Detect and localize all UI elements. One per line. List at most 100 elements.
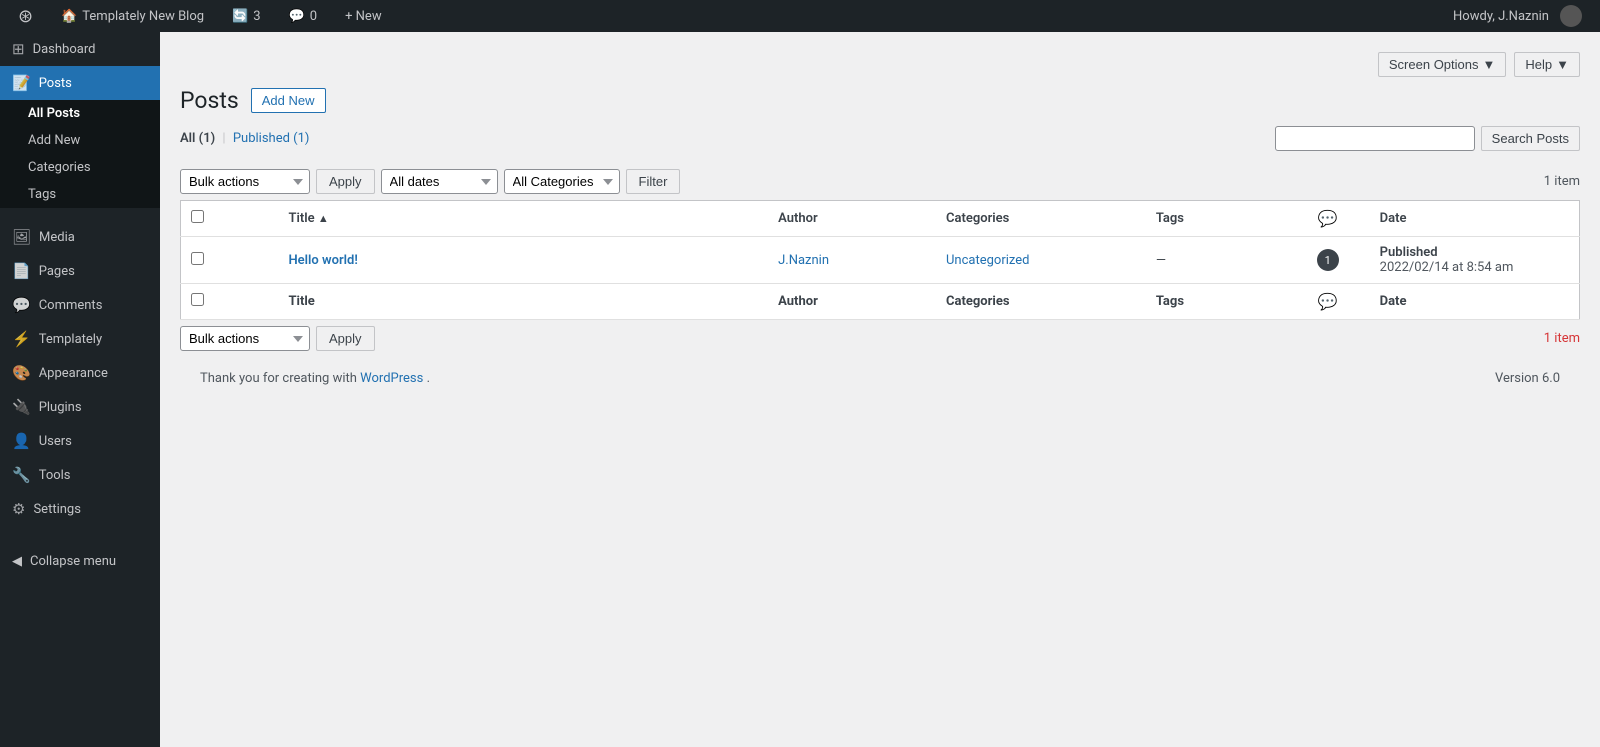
sidebar-item-pages[interactable]: 📄 Pages <box>0 254 160 288</box>
sidebar-item-add-new[interactable]: Add New <box>0 127 160 154</box>
title-header[interactable]: Title ▲ <box>278 201 768 237</box>
sidebar-item-media[interactable]: 🖼 Media <box>0 220 160 254</box>
users-icon: 👤 <box>12 432 31 450</box>
filter-published-tab[interactable]: Published (1) <box>233 131 310 146</box>
post-title-link[interactable]: Hello world! <box>288 253 357 268</box>
comment-bubble-icon: 💬 <box>1318 209 1338 228</box>
bottom-bulk-actions-select[interactable]: Bulk actions Edit Move to Trash <box>180 326 310 351</box>
author-footer: Author <box>768 284 936 320</box>
title-sort-icon: ▲ <box>318 212 329 225</box>
settings-icon: ⚙ <box>12 500 25 518</box>
comments-icon: 💬 <box>289 9 305 24</box>
top-apply-button[interactable]: Apply <box>316 169 375 194</box>
post-title-cell: Hello world! <box>278 237 768 284</box>
post-date-cell: Published 2022/02/14 at 8:54 am <box>1370 237 1580 284</box>
home-icon: 🏠 <box>61 9 77 24</box>
bottom-table-controls: Bulk actions Edit Move to Trash Apply 1 … <box>180 326 1580 351</box>
select-all-footer-checkbox[interactable] <box>191 293 204 306</box>
comment-bubble-footer-icon: 💬 <box>1318 292 1338 311</box>
sidebar-item-tags[interactable]: Tags <box>0 181 160 208</box>
select-all-checkbox[interactable] <box>191 210 204 223</box>
posts-icon: 📝 <box>12 74 31 92</box>
bottom-items-count: 1 item <box>1544 331 1580 346</box>
top-bar: Screen Options ▼ Help ▼ <box>180 52 1580 77</box>
wordpress-link[interactable]: WordPress <box>360 371 426 386</box>
bottom-apply-button[interactable]: Apply <box>316 326 375 351</box>
top-table-controls: Bulk actions Edit Move to Trash Apply Al… <box>180 169 1580 194</box>
all-categories-select[interactable]: All Categories Uncategorized <box>504 169 620 194</box>
sidebar-item-settings[interactable]: ⚙ Settings <box>0 492 160 526</box>
post-author-cell: J.Naznin <box>768 237 936 284</box>
post-category-link[interactable]: Uncategorized <box>946 253 1029 268</box>
filter-all-tab[interactable]: All (1) <box>180 131 218 146</box>
post-comments-cell: 1 <box>1286 237 1370 284</box>
add-new-button[interactable]: Add New <box>251 88 326 113</box>
sidebar-item-posts[interactable]: 📝 Posts <box>0 66 160 100</box>
post-tags-value: — <box>1156 253 1166 268</box>
templately-icon: ⚡ <box>12 330 31 348</box>
pages-icon: 📄 <box>12 262 31 280</box>
post-categories-cell: Uncategorized <box>936 237 1146 284</box>
post-date-value: 2022/02/14 at 8:54 am <box>1380 260 1514 275</box>
sidebar-item-all-posts[interactable]: All Posts <box>0 100 160 127</box>
tags-header: Tags <box>1146 201 1286 237</box>
search-input[interactable] <box>1275 126 1475 151</box>
search-posts-button[interactable]: Search Posts <box>1481 126 1580 151</box>
sidebar-item-plugins[interactable]: 🔌 Plugins <box>0 390 160 424</box>
row-checkbox[interactable] <box>191 252 204 265</box>
help-button[interactable]: Help ▼ <box>1514 52 1580 77</box>
date-footer: Date <box>1370 284 1580 320</box>
comments-nav-icon: 💬 <box>12 296 31 314</box>
page-title: Posts <box>180 87 239 114</box>
adminbar-wp-logo[interactable]: ⊛ <box>10 0 41 32</box>
post-tags-cell: — <box>1146 237 1286 284</box>
sidebar-item-tools[interactable]: 🔧 Tools <box>0 458 160 492</box>
sidebar-item-comments[interactable]: 💬 Comments <box>0 288 160 322</box>
search-row: Search Posts <box>1275 126 1580 151</box>
sidebar-item-dashboard[interactable]: ⊞ Dashboard <box>0 32 160 66</box>
adminbar-howdy[interactable]: Howdy, J.Naznin <box>1445 0 1590 32</box>
adminbar-comments[interactable]: 💬 0 <box>281 0 326 32</box>
comment-count-badge[interactable]: 1 <box>1317 249 1339 271</box>
page-title-row: Posts Add New <box>180 87 1580 114</box>
title-footer: Title <box>278 284 768 320</box>
screen-options-button[interactable]: Screen Options ▼ <box>1378 52 1506 77</box>
footer-version: Version 6.0 <box>1495 371 1560 386</box>
sidebar-item-users[interactable]: 👤 Users <box>0 424 160 458</box>
top-bulk-actions-select[interactable]: Bulk actions Edit Move to Trash <box>180 169 310 194</box>
select-all-header <box>181 201 279 237</box>
screen-options-chevron-icon: ▼ <box>1483 57 1496 72</box>
sidebar: ⊞ Dashboard 📝 Posts All Posts Add New Ca… <box>0 32 160 747</box>
wp-logo-icon: ⊛ <box>18 6 33 27</box>
author-header: Author <box>768 201 936 237</box>
sidebar-item-appearance[interactable]: 🎨 Appearance <box>0 356 160 390</box>
table-footer-row: Title Author Categories Tags 💬 <box>181 284 1580 320</box>
sidebar-posts-submenu: All Posts Add New Categories Tags <box>0 100 160 208</box>
select-all-footer <box>181 284 279 320</box>
top-items-count: 1 item <box>1544 174 1580 189</box>
adminbar-site-name[interactable]: 🏠 Templately New Blog <box>53 0 212 32</box>
filter-tabs: All (1) | Published (1) <box>180 131 309 146</box>
categories-header: Categories <box>936 201 1146 237</box>
categories-footer: Categories <box>936 284 1146 320</box>
posts-table: Title ▲ Author Categories Tags 💬 <box>180 200 1580 320</box>
tools-icon: 🔧 <box>12 466 31 484</box>
table-header-row: Title ▲ Author Categories Tags 💬 <box>181 201 1580 237</box>
updates-icon: 🔄 <box>232 9 248 24</box>
sidebar-item-categories[interactable]: Categories <box>0 154 160 181</box>
dashboard-icon: ⊞ <box>12 40 25 58</box>
collapse-menu-button[interactable]: ◀ Collapse menu <box>0 546 160 577</box>
all-dates-select[interactable]: All dates February 2022 <box>381 169 498 194</box>
post-author-link[interactable]: J.Naznin <box>778 253 829 268</box>
sidebar-item-templately[interactable]: ⚡ Templately <box>0 322 160 356</box>
help-chevron-icon: ▼ <box>1556 57 1569 72</box>
adminbar-new[interactable]: + New <box>337 0 390 32</box>
admin-bar: ⊛ 🏠 Templately New Blog 🔄 3 💬 0 + New Ho… <box>0 0 1600 32</box>
comments-footer: 💬 <box>1286 284 1370 320</box>
avatar <box>1560 5 1582 27</box>
post-date-status: Published <box>1380 245 1438 260</box>
filter-button[interactable]: Filter <box>626 169 681 194</box>
adminbar-updates[interactable]: 🔄 3 <box>224 0 269 32</box>
row-checkbox-cell <box>181 237 279 284</box>
main-content: Screen Options ▼ Help ▼ Posts Add New Al… <box>160 32 1600 747</box>
